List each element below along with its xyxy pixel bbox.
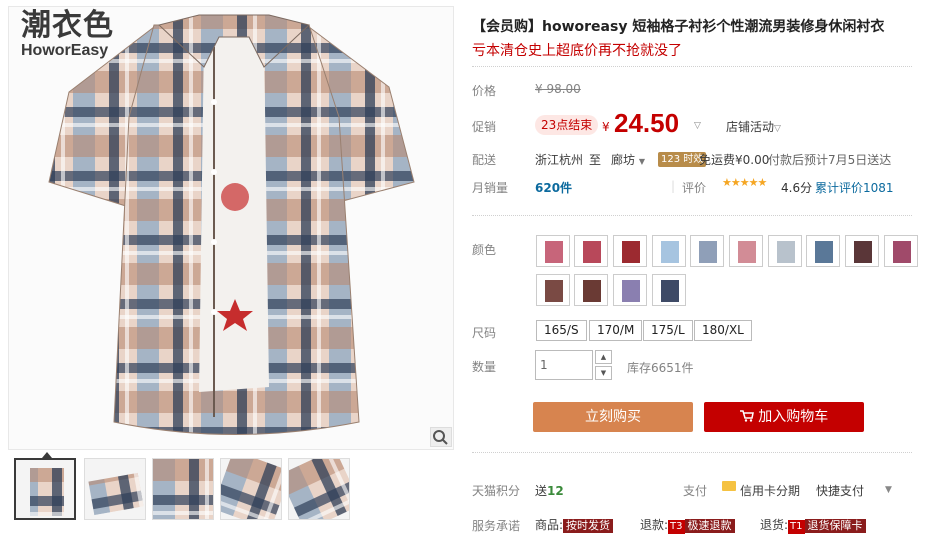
points-number: 12 [547,484,564,498]
thumbnail[interactable] [152,458,214,520]
divider [472,66,912,67]
size-option[interactable]: 180/XL [694,320,752,341]
thumbnail[interactable] [288,458,350,520]
divider [472,452,912,453]
color-swatch[interactable] [536,274,570,306]
buy-now-button[interactable]: 立刻购买 [533,402,693,432]
service-label: 服务承诺 [472,519,521,533]
color-swatch[interactable] [690,235,724,267]
brand-logo-en: HoworEasy [21,42,109,59]
rating-score: 4.6分 [781,181,813,195]
main-product-image[interactable]: 潮衣色 HoworEasy [8,6,454,450]
color-swatch[interactable] [613,274,647,306]
service-return-tag: 退货保障卡 [804,519,866,533]
promo-currency: ¥ [602,120,610,134]
chevron-down-icon: ▽ [774,124,781,134]
size-option[interactable]: 175/L [643,320,693,341]
promo-price: 24.50 [614,108,680,138]
color-swatch[interactable] [652,235,686,267]
points-label: 天猫积分 [472,484,521,498]
color-label: 颜色 [472,243,497,257]
chevron-down-icon[interactable]: ▼ [885,485,892,495]
points-value: 送12 [535,482,564,499]
color-swatch[interactable] [806,235,840,267]
add-to-cart-button[interactable]: 加入购物车 [704,402,864,432]
chevron-down-icon[interactable]: ▽ [694,121,701,131]
quick-pay[interactable]: 快捷支付 [816,482,864,499]
brand-logo-cn: 潮衣色 [21,8,114,43]
store-activity-label: 店铺活动 [726,120,775,134]
divider [472,215,912,216]
delivery-to-word: 至 [589,153,602,167]
shirt-image [48,14,415,435]
color-swatch[interactable] [652,274,686,306]
color-swatch[interactable] [613,235,647,267]
service-return: 退货: T1 退货保障卡 [760,516,866,534]
size-option[interactable]: 165/S [536,320,587,341]
service-return-label: 退货: [760,518,789,532]
review-count-link[interactable]: 累计评价1081 [815,179,894,196]
delivery-destination[interactable]: 廊坊 ▼ [611,151,645,168]
thumbnail[interactable] [84,458,146,520]
color-swatch[interactable] [884,235,918,267]
store-activity-dropdown[interactable]: 店铺活动▽ [726,118,781,135]
cart-icon [739,409,758,425]
quantity-label: 数量 [472,360,497,374]
size-label: 尺码 [472,326,497,340]
color-swatch[interactable] [574,235,608,267]
refund-t-badge: T3 [668,520,685,534]
rating-label: 评价 [682,181,707,195]
brand-logo: 潮衣色 HoworEasy [21,11,114,59]
price-label: 价格 [472,84,497,98]
color-swatch[interactable] [845,235,879,267]
color-swatch[interactable] [729,235,763,267]
thumbnail[interactable] [220,458,282,520]
quantity-increase-button[interactable]: ▲ [595,350,612,364]
service-goods: 商品: 按时发货 [535,516,614,533]
quantity-decrease-button[interactable]: ▼ [595,366,612,380]
points-prefix: 送 [535,484,548,498]
delivery-label: 配送 [472,153,497,167]
sales-divider: | [671,179,676,193]
credit-card-icon [722,481,736,491]
chevron-down-icon: ▼ [638,157,645,166]
stock-count: 库存6651件 [627,361,694,375]
credit-installment[interactable]: 信用卡分期 [740,482,800,499]
service-refund: 退款: T3 极速退款 [640,516,735,534]
original-price: ¥ 98.00 [535,82,581,96]
size-option[interactable]: 170/M [589,320,643,341]
product-title: 【会员购】howoreasy 短袖格子衬衫个性潮流男装修身休闲衬衣 [472,19,885,35]
promo-label: 促销 [472,120,497,134]
payment-label: 支付 [683,484,708,498]
promo-countdown-badge: 23点结束 [535,115,599,135]
zoom-icon[interactable] [430,427,452,447]
color-swatch[interactable] [768,235,802,267]
destination-label: 廊坊 [611,153,636,167]
delivery-estimate: 付款后预计7月5日送达 [768,153,892,167]
product-subtitle: 亏本清仓史上超底价再不抢就没了 [472,43,682,59]
service-goods-tag: 按时发货 [563,519,614,533]
thumbnail[interactable] [14,458,76,520]
service-refund-tag: 极速退款 [684,519,735,533]
service-goods-label: 商品: [535,518,564,532]
delivery-fee: 免运费¥0.00 [699,153,770,167]
delivery-from: 浙江杭州 [535,153,584,167]
color-swatch[interactable] [574,274,608,306]
quantity-input[interactable]: 1 [535,350,593,380]
monthly-sales: 620件 [535,181,573,195]
add-to-cart-label: 加入购物车 [758,409,829,425]
return-t-badge: T1 [788,520,805,534]
sales-label: 月销量 [472,181,509,195]
color-swatch[interactable] [536,235,570,267]
service-refund-label: 退款: [640,518,669,532]
rating-stars: ★★★★★ [722,176,767,189]
